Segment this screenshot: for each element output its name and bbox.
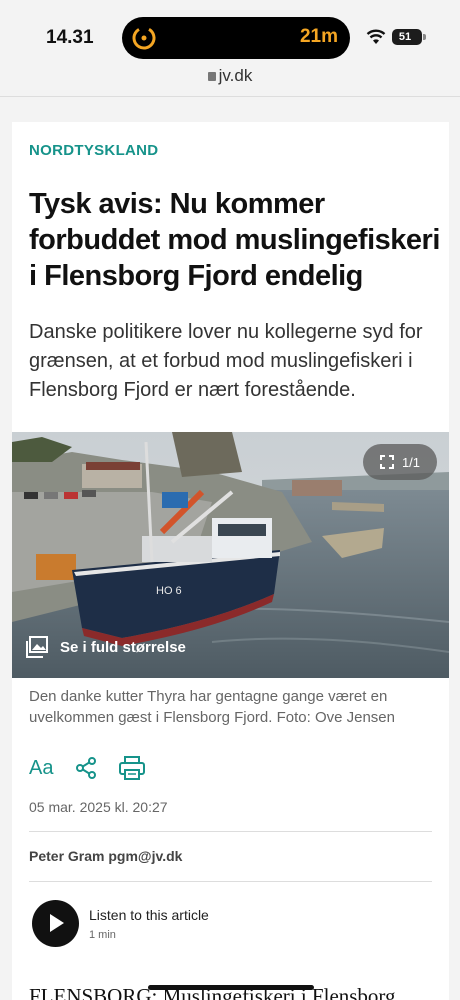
fullsize-button[interactable]: Se i fuld størrelse <box>26 636 186 658</box>
divider <box>29 831 432 832</box>
image-icon <box>26 636 48 658</box>
audio-duration: 1 min <box>89 928 116 941</box>
lock-icon <box>207 72 216 81</box>
boat-id: HO 6 <box>156 585 182 597</box>
wifi-icon <box>366 29 386 44</box>
timer-icon <box>132 26 156 50</box>
section-label[interactable]: NORDTYSKLAND <box>29 142 158 159</box>
article-lead: Danske politikere lover nu kollegerne sy… <box>29 321 423 401</box>
expand-icon <box>379 455 394 469</box>
font-size-button[interactable]: Aa <box>29 757 53 780</box>
image-caption: Den danke kutter Thyra har gentagne gang… <box>29 688 395 726</box>
battery-icon: 51 <box>392 29 426 45</box>
article-image[interactable]: HO 6 1/1 Se i fuld størrelse <box>12 432 449 678</box>
article-headline: Tysk avis: Nu kommer forbuddet mod musli… <box>29 188 440 292</box>
audio-title: Listen to this article <box>89 906 209 923</box>
divider <box>29 881 432 882</box>
author-byline[interactable]: Peter Gram pgm@jv.dk <box>29 848 182 864</box>
share-icon[interactable] <box>75 757 97 779</box>
toolbar-divider <box>0 96 460 97</box>
image-counter: 1/1 <box>401 454 421 470</box>
print-icon[interactable] <box>119 756 146 780</box>
publish-date: 05 mar. 2025 kl. 20:27 <box>29 799 168 815</box>
play-icon[interactable] <box>32 900 79 947</box>
url-text: jv.dk <box>218 66 253 85</box>
dynamic-island[interactable]: 21m <box>122 17 350 59</box>
timer-remaining: 21m <box>299 26 338 47</box>
home-indicator[interactable] <box>148 985 314 990</box>
battery-level: 51 <box>398 31 412 43</box>
gallery-counter-button[interactable]: 1/1 <box>363 444 437 480</box>
article-tools: Aa <box>29 756 146 780</box>
fullsize-label: Se i fuld størrelse <box>60 638 186 656</box>
address-bar[interactable]: jv.dk <box>0 66 460 86</box>
article-card: NORDTYSKLAND Tysk avis: Nu kommer forbud… <box>12 122 449 1000</box>
status-bar: 14.31 21m 51 <box>0 0 460 62</box>
clock: 14.31 <box>46 27 94 48</box>
audio-player[interactable]: Listen to this article 1 min <box>32 900 209 947</box>
